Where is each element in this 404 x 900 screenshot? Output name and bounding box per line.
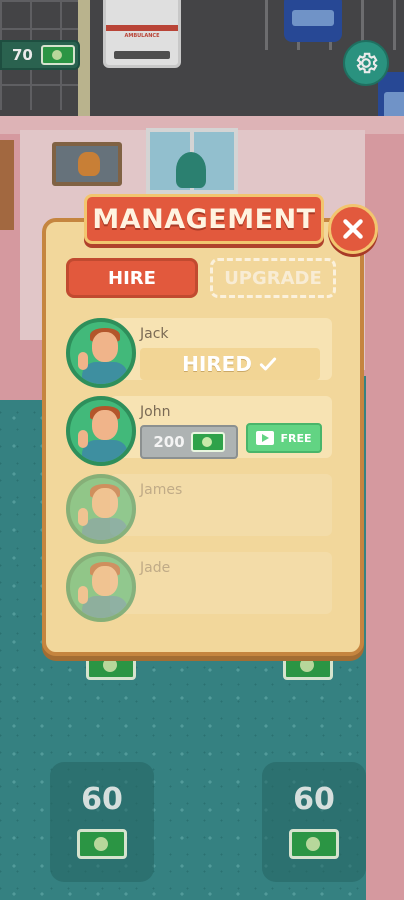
staff-name: Jack: [140, 326, 169, 342]
close-icon: [343, 219, 363, 239]
hired-status: HIRED: [140, 348, 320, 380]
tab-upgrade-label: UPGRADE: [224, 267, 322, 289]
free-label: FREE: [280, 431, 312, 445]
hire-price: 200: [153, 433, 185, 451]
staff-name: John: [140, 404, 171, 420]
tab-upgrade[interactable]: UPGRADE: [210, 258, 336, 298]
hire-price-button[interactable]: 200: [140, 425, 238, 459]
tab-hire[interactable]: HIRE: [66, 258, 198, 298]
avatar: [66, 396, 136, 466]
avatar: [66, 474, 136, 544]
cash-icon: [190, 432, 225, 452]
avatar: [66, 318, 136, 388]
tab-hire-label: HIRE: [108, 267, 156, 289]
staff-name: Jade: [140, 560, 171, 576]
free-hire-button[interactable]: FREE: [246, 423, 322, 453]
avatar: [66, 552, 136, 622]
hired-label: HIRED: [182, 352, 252, 376]
close-button[interactable]: [328, 204, 378, 254]
panel-title-banner: MANAGEMENT: [84, 194, 324, 244]
video-icon: [256, 431, 275, 445]
panel-title: MANAGEMENT: [92, 203, 316, 235]
checkmark-icon: [259, 357, 277, 371]
staff-name: James: [140, 482, 183, 498]
